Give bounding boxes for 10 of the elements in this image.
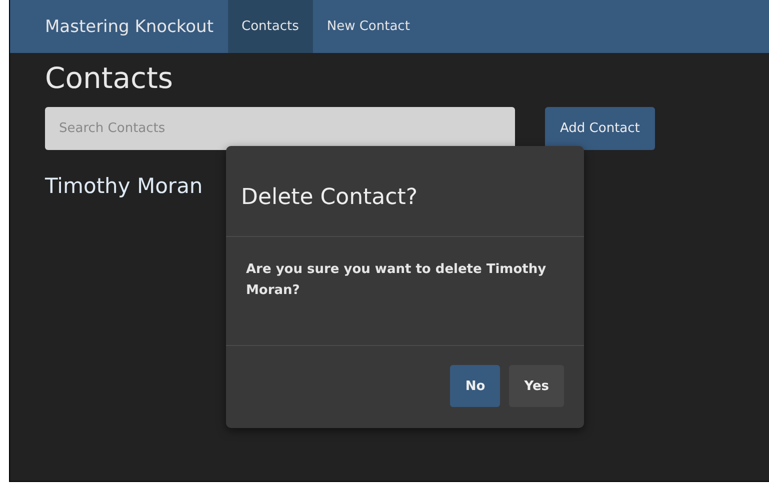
nav-link[interactable]: New Contact <box>312 0 424 53</box>
dialog-button[interactable]: No <box>450 365 500 407</box>
nav-link[interactable]: Contacts <box>228 0 313 53</box>
dialog-title: Delete Contact? <box>241 184 418 210</box>
brand-link[interactable]: Mastering Knockout <box>45 0 228 53</box>
dialog-button[interactable]: Yes <box>509 365 564 407</box>
page-title: Contacts <box>45 61 174 95</box>
add-contact-button[interactable]: Add Contact <box>545 107 655 150</box>
search-field[interactable]: Search Contacts <box>45 107 515 150</box>
dialog-message: Are you sure you want to delete Timothy Moran? <box>246 261 548 300</box>
